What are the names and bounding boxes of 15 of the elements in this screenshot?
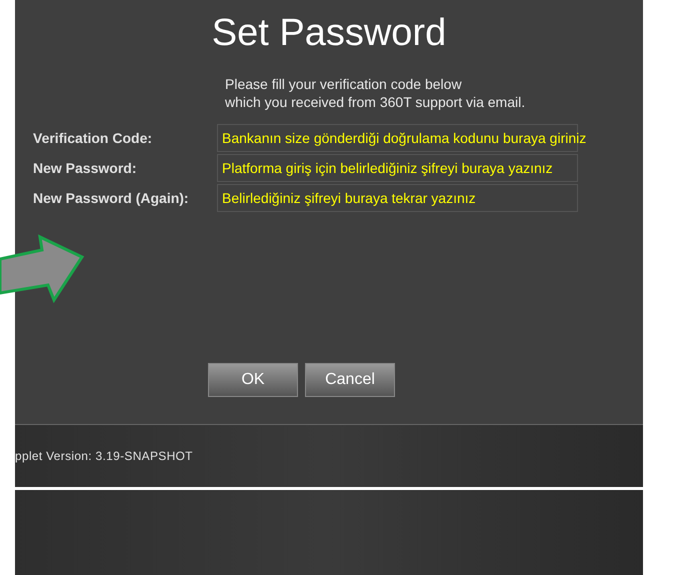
annotation-text: Bankanın size gönderdiği doğrulama kodunu buraya giriniz — [222, 129, 586, 147]
annotation-text: Belirlediğiniz şifreyi buraya tekrar yazınız — [222, 189, 476, 207]
input-field[interactable]: Platforma giriş için belirlediğiniz şifreyi buraya yazınız — [217, 154, 578, 182]
version-text: pplet Version: 3.19-SNAPSHOT — [15, 448, 193, 465]
arrow-icon — [0, 233, 85, 303]
dialog-title: Set Password — [212, 14, 446, 52]
input-field[interactable]: Belirlediğiniz şifreyi buraya tekrar yazınız — [217, 184, 578, 212]
dialog-button[interactable]: OK — [208, 363, 298, 397]
dialog-button[interactable]: Cancel — [305, 363, 395, 397]
field-label: Verification Code: — [32, 128, 154, 148]
instruction-text: which you received from 360T support via email. — [225, 93, 526, 111]
annotation-text: Platforma giriş için belirlediğiniz şifreyi buraya yazınız — [222, 159, 553, 177]
field-label: New Password (Again): — [32, 188, 190, 208]
field-label: New Password: — [32, 158, 138, 178]
instruction-text: Please fill your verification code below — [225, 75, 463, 93]
